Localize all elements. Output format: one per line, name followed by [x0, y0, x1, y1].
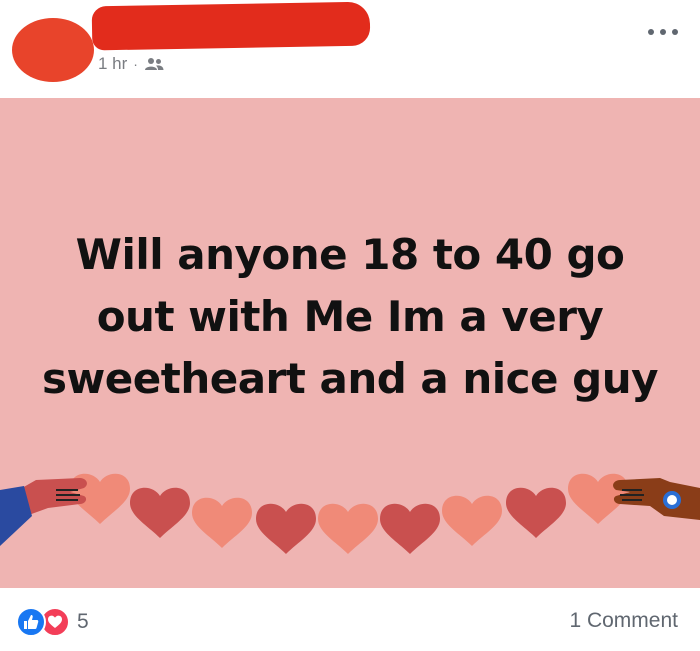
meta-separator: · — [133, 56, 138, 72]
more-options-icon[interactable] — [648, 22, 678, 42]
like-icon — [16, 607, 46, 637]
post-meta: 1 hr · — [98, 54, 164, 74]
heart-icon — [70, 473, 628, 554]
post-text: Will anyone 18 to 40 go out with Me Im a… — [41, 230, 659, 403]
post-timestamp[interactable]: 1 hr — [98, 54, 127, 74]
post-footer: 5 1 Comment — [0, 588, 700, 651]
left-hand-icon — [0, 478, 87, 546]
friends-icon[interactable] — [144, 57, 164, 71]
reactions-summary[interactable]: 5 — [16, 607, 89, 637]
reaction-count: 5 — [77, 610, 89, 633]
author-name-redacted[interactable] — [91, 1, 371, 51]
right-hand-icon — [613, 478, 700, 520]
comments-count-link[interactable]: 1 Comment — [569, 609, 678, 633]
avatar-redacted[interactable] — [12, 18, 94, 82]
post-background-card: Will anyone 18 to 40 go out with Me Im a… — [0, 98, 700, 588]
hearts-garland-illustration — [0, 473, 700, 554]
post-header: 1 hr · — [0, 0, 700, 98]
